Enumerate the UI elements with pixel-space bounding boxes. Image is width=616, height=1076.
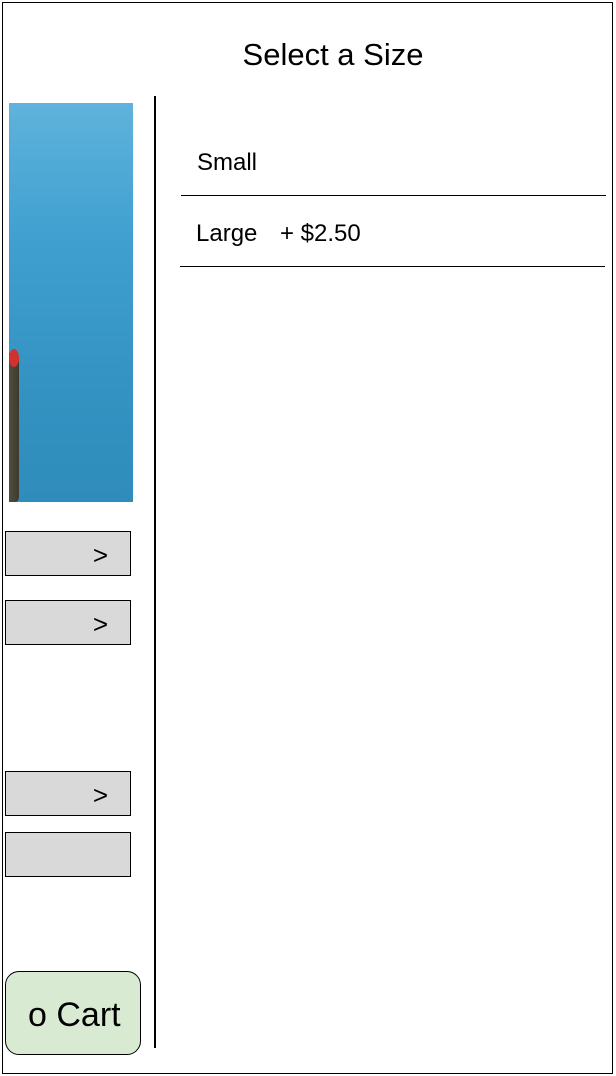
panel-divider <box>154 96 156 1048</box>
option-row[interactable] <box>5 832 131 877</box>
screen-frame: Select a Size > > > o Cart Small Large +… <box>2 2 613 1074</box>
add-to-cart-button[interactable]: o Cart <box>5 971 141 1055</box>
chevron-right-icon: > <box>92 540 108 570</box>
size-option-price: + $2.50 <box>280 220 361 247</box>
product-photo <box>9 103 133 502</box>
chevron-right-icon: > <box>92 780 108 810</box>
size-option-label: Large <box>196 220 258 247</box>
photo-cup <box>9 353 19 502</box>
size-option-small[interactable]: Small <box>181 125 606 196</box>
size-selector-title: Select a Size <box>242 37 424 72</box>
size-option-label: Small <box>197 149 258 176</box>
option-row[interactable]: > <box>5 531 131 576</box>
photo-cherry <box>9 349 19 367</box>
size-option-large[interactable]: Large + $2.50 <box>180 196 605 267</box>
chevron-right-icon: > <box>92 609 108 639</box>
option-row[interactable]: > <box>5 771 131 816</box>
option-row[interactable]: > <box>5 600 131 645</box>
